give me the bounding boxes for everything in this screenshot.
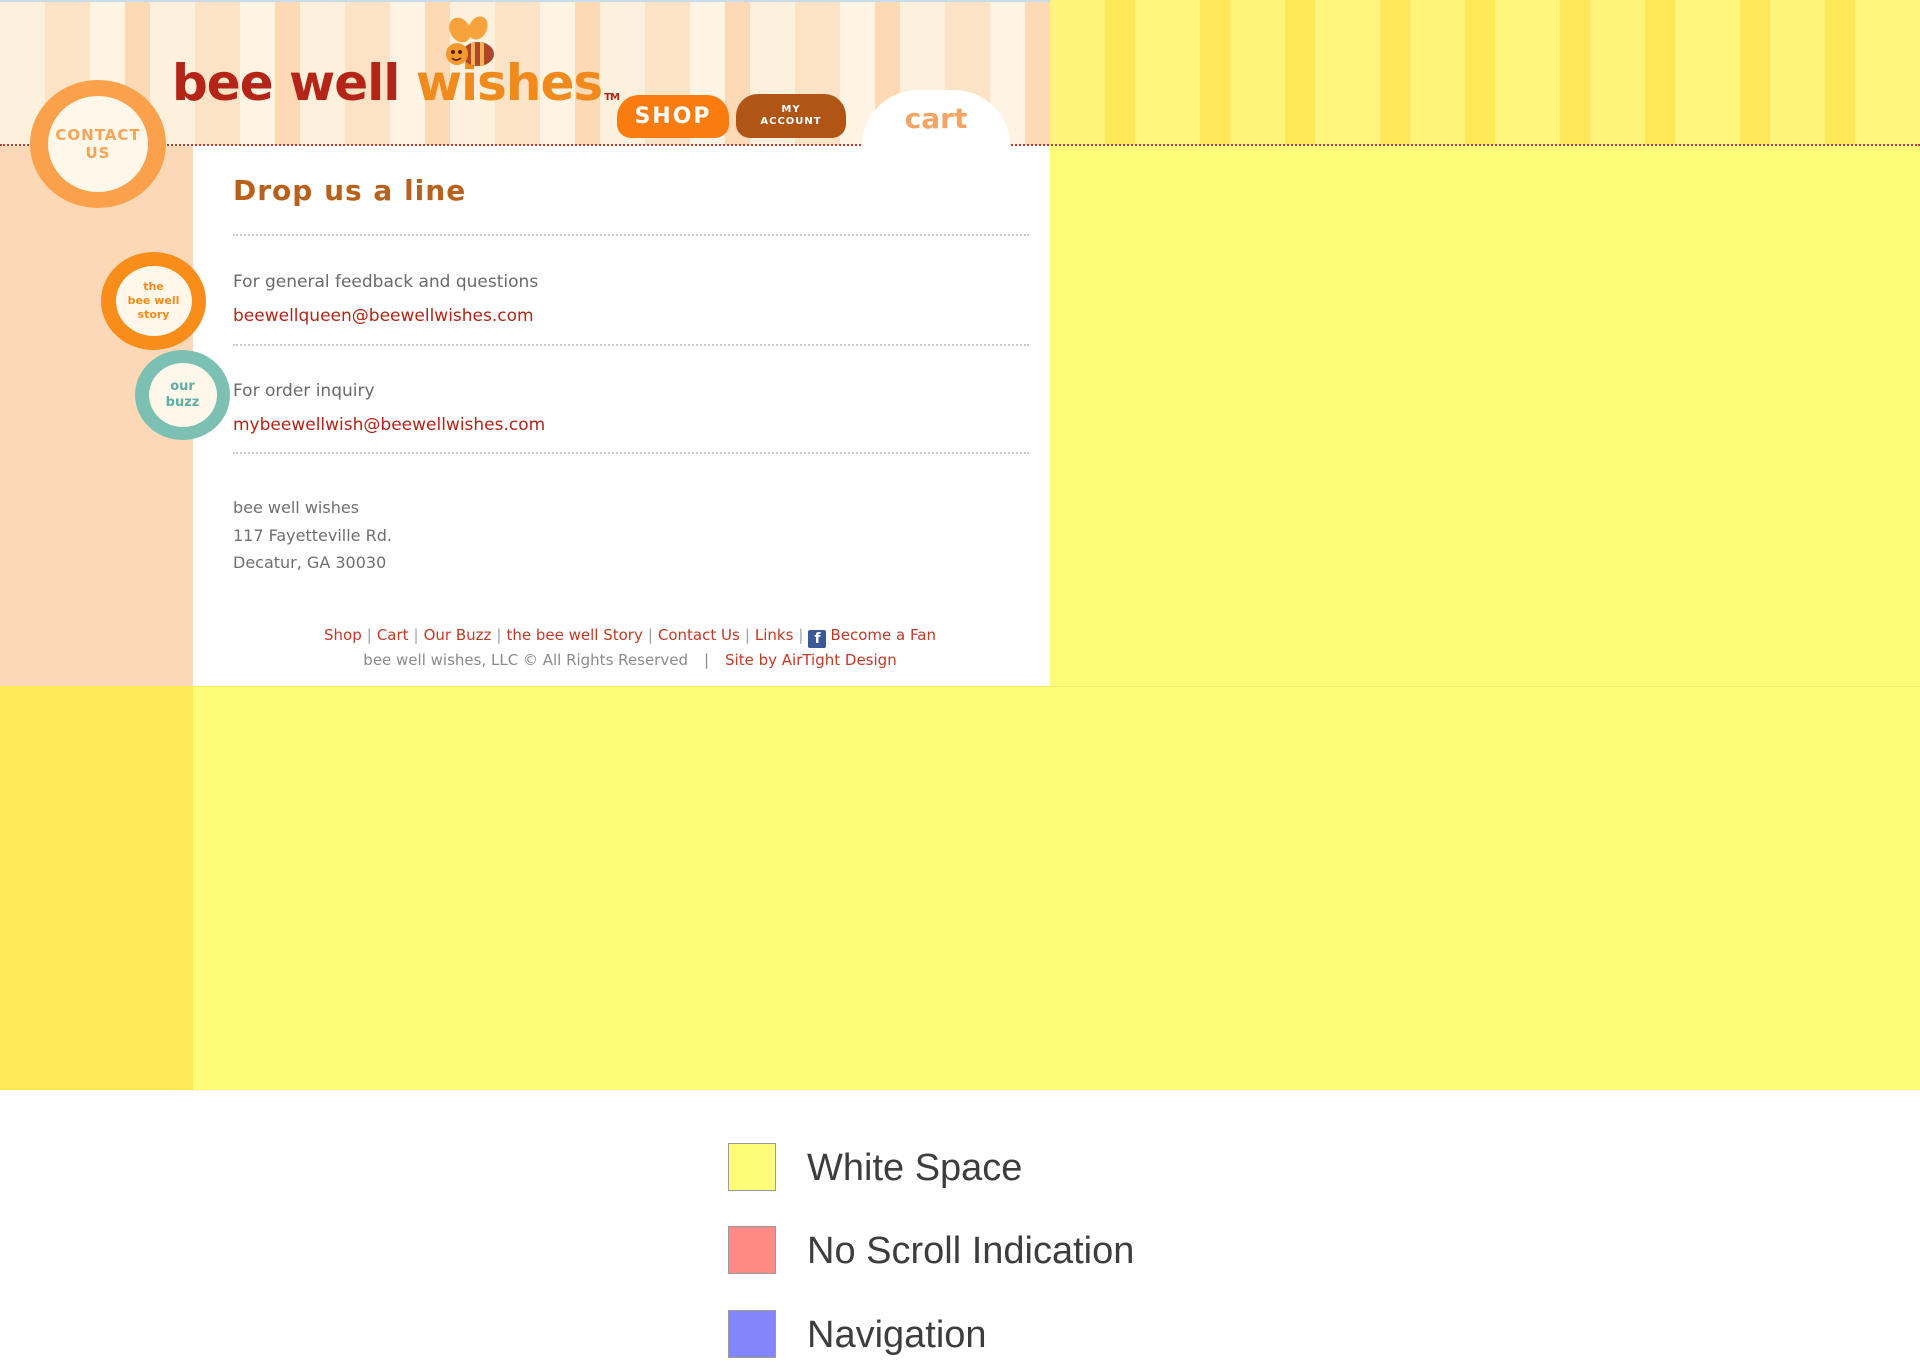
site-logo[interactable]: bee well wishes TM <box>172 54 620 114</box>
whitespace-overlay-bottom <box>0 686 1920 1090</box>
nav-tab-shop[interactable]: SHOP <box>617 95 729 138</box>
footer-separator: | <box>744 626 750 644</box>
legend-swatch-white-space <box>728 1143 776 1191</box>
footer-separator: | <box>366 626 372 644</box>
story-line1: the <box>143 280 164 293</box>
whitespace-overlay-header <box>1050 0 1920 145</box>
footer-separator: | <box>798 626 804 644</box>
our-buzz-badge-inner: our buzz <box>148 363 217 427</box>
logo-trademark: TM <box>604 92 620 103</box>
nav-tab-cart-label: cart <box>904 101 968 135</box>
footer-separator: | <box>647 626 653 644</box>
footer-link-contact-us[interactable]: Contact Us <box>658 626 740 644</box>
footer-copyright-row: bee well wishes, LLC © All Rights Reserv… <box>0 651 1260 669</box>
address-street: 117 Fayetteville Rd. <box>233 526 392 545</box>
bee-icon <box>446 16 494 66</box>
footer-link-cart[interactable]: Cart <box>377 626 409 644</box>
whitespace-overlay-right <box>1050 146 1920 686</box>
legend-label-no-scroll-indication: No Scroll Indication <box>807 1230 1135 1272</box>
footer-separator: | <box>413 626 419 644</box>
footer-link-bee-well-story[interactable]: the bee well Story <box>506 626 642 644</box>
footer-link-shop[interactable]: Shop <box>324 626 362 644</box>
contact-us-line1: CONTACT <box>55 126 141 144</box>
logo-text-bee-well: bee well <box>172 54 416 112</box>
legend-item-no-scroll-indication: No Scroll Indication <box>728 1226 1228 1274</box>
header-top-line <box>0 0 1050 2</box>
legend-label-navigation: Navigation <box>807 1314 987 1356</box>
contact-us-badge-inner: CONTACT US <box>48 96 148 192</box>
nav-tab-my-account[interactable]: MY ACCOUNT <box>736 94 846 138</box>
legend-item-white-space: White Space <box>728 1143 1228 1191</box>
footer-link-become-a-fan[interactable]: Become a Fan <box>830 626 935 644</box>
facebook-icon[interactable]: f <box>808 630 827 648</box>
general-feedback-label: For general feedback and questions <box>233 272 539 292</box>
story-line2: bee well <box>127 294 180 307</box>
buzz-line2: buzz <box>165 395 200 410</box>
footer-separator: | <box>703 651 710 669</box>
whitespace-overlay-bottom-left <box>0 686 193 1090</box>
page-title: Drop us a line <box>233 174 467 207</box>
legend-label-white-space: White Space <box>807 1147 1023 1189</box>
legend-swatch-navigation <box>728 1310 776 1358</box>
address-name: bee well wishes <box>233 498 360 517</box>
our-buzz-badge[interactable]: our buzz <box>135 350 230 440</box>
legend-item-navigation: Navigation <box>728 1310 1228 1358</box>
buzz-line1: our <box>170 379 195 394</box>
page: bee well wishes TM SHOP MY ACCOUNT cart C… <box>0 0 1920 1369</box>
story-line3: story <box>137 308 170 321</box>
footer-copyright: bee well wishes, LLC © All Rights Reserv… <box>363 651 688 669</box>
footer-link-our-buzz[interactable]: Our Buzz <box>424 626 492 644</box>
footer-site-credit-link[interactable]: Site by AirTight Design <box>725 651 897 669</box>
divider <box>233 452 1029 454</box>
legend-swatch-no-scroll-indication <box>728 1226 776 1274</box>
contact-us-badge[interactable]: CONTACT US <box>30 80 166 208</box>
bee-well-story-badge[interactable]: the bee well story <box>101 252 206 350</box>
nav-tab-shop-label: SHOP <box>634 104 712 129</box>
footer-separator: | <box>496 626 502 644</box>
divider <box>233 234 1029 236</box>
divider <box>233 344 1029 346</box>
nav-tab-account-line1: MY <box>781 104 801 115</box>
nav-tab-account-line2: ACCOUNT <box>760 116 822 127</box>
footer-links: Shop | Cart | Our Buzz | the bee well Story | Co… <box>0 626 1260 648</box>
general-feedback-email-link[interactable]: beewellqueen@beewellwishes.com <box>233 306 534 326</box>
contact-us-line2: US <box>85 144 111 162</box>
order-inquiry-label: For order inquiry <box>233 381 375 401</box>
address-city: Decatur, GA 30030 <box>233 553 387 572</box>
bee-well-story-badge-inner: the bee well story <box>115 266 192 336</box>
footer-link-links[interactable]: Links <box>755 626 794 644</box>
order-inquiry-email-link[interactable]: mybeewellwish@beewellwishes.com <box>233 415 545 435</box>
